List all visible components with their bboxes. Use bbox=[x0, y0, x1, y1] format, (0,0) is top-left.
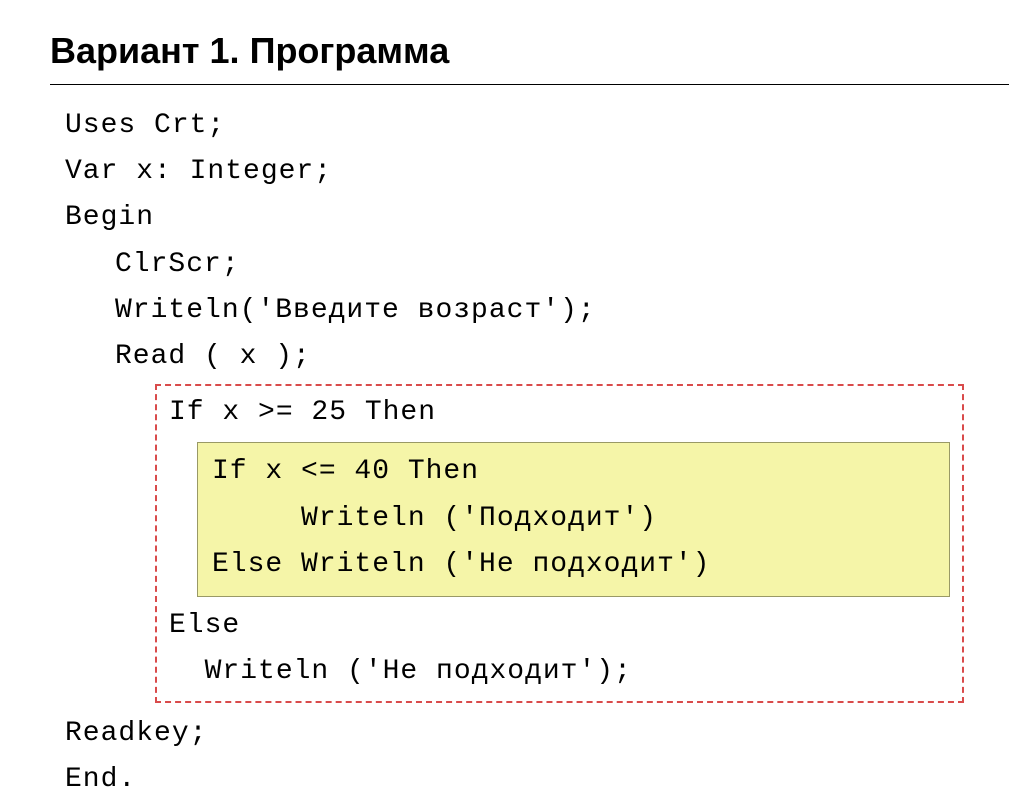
code-line: ClrScr; bbox=[65, 242, 1024, 288]
inner-conditional-box: If x <= 40 Then Writeln ('Подходит') Els… bbox=[197, 442, 950, 597]
code-line: Writeln('Введите возраст'); bbox=[65, 288, 1024, 334]
code-line: Var x: Integer; bbox=[65, 149, 1024, 195]
outer-conditional-box: If x >= 25 Then If x <= 40 Then Writeln … bbox=[155, 384, 964, 703]
code-line: Writeln ('Не подходит'); bbox=[169, 649, 950, 695]
page-title: Вариант 1. Программа bbox=[0, 0, 1024, 84]
code-line: Uses Crt; bbox=[65, 103, 1024, 149]
code-line: Read ( x ); bbox=[65, 334, 1024, 380]
code-block: Uses Crt; Var x: Integer; Begin ClrScr; … bbox=[0, 85, 1024, 804]
code-line: Else bbox=[169, 603, 950, 649]
code-line: Else Writeln ('Не подходит') bbox=[212, 542, 935, 588]
code-line: If x <= 40 Then bbox=[212, 449, 935, 495]
code-line: Writeln ('Подходит') bbox=[212, 496, 935, 542]
code-line: If x >= 25 Then bbox=[169, 390, 950, 436]
code-line: End. bbox=[65, 757, 1024, 803]
code-line: Begin bbox=[65, 195, 1024, 241]
code-line: Readkey; bbox=[65, 711, 1024, 757]
